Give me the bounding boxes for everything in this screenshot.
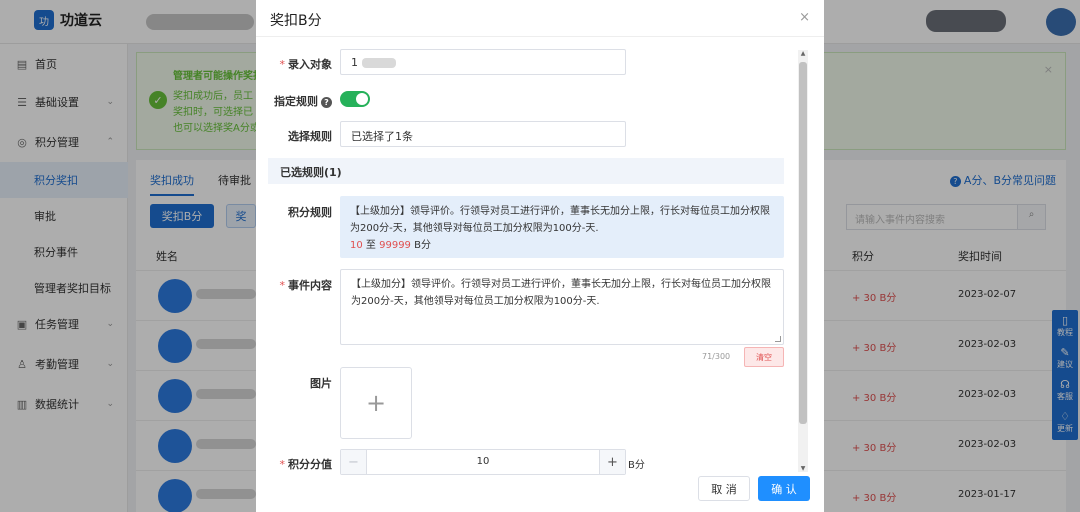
cancel-button[interactable]: 取 消 [698,476,750,501]
toggle-knob [356,93,368,105]
rule-min: 10 [350,240,363,251]
image-upload-button[interactable]: + [340,367,412,439]
plus-icon: + [365,389,387,417]
rule-toggle-label: 指定规则? [274,93,332,109]
score-label: * 积分分值 [280,456,333,472]
dialog-title: 奖扣B分 [270,13,322,29]
resize-handle-icon[interactable] [775,336,781,342]
rule-max: 99999 [379,240,411,251]
score-label-text: 积分分值 [288,458,332,471]
target-value: 1 [351,56,358,69]
target-field[interactable]: 1 [340,49,626,75]
close-icon[interactable]: × [799,10,810,25]
required-mark: * [279,458,286,471]
rule-text: 【上级加分】领导评价。行领导对员工进行评价，董事长无加分上限，行长对每位员工加分… [350,206,770,234]
required-mark: * [279,58,286,71]
points-rule-label: 积分规则 [288,204,332,220]
required-mark: * [279,279,286,292]
target-label-text: 录入对象 [288,58,332,71]
dialog-scrollbar[interactable]: ▲ ▼ [798,50,808,472]
score-stepper[interactable]: − 10 + [340,449,626,475]
select-rule-label-text: 选择规则 [288,130,332,143]
points-rule-label-text: 积分规则 [288,206,332,219]
decrement-button[interactable]: − [341,450,367,474]
scrollbar-thumb[interactable] [799,62,807,424]
select-rule-field[interactable]: 已选择了1条 [340,121,626,147]
event-content-label-text: 事件内容 [288,279,332,292]
rule-range: 10 至 99999 B分 [350,237,774,254]
confirm-button[interactable]: 确 认 [758,476,810,501]
target-value-blurred [361,58,396,68]
score-value[interactable]: 10 [367,456,599,467]
scroll-down-icon[interactable]: ▼ [799,465,807,472]
divider [256,36,824,37]
award-b-points-dialog: 奖扣B分 × * 录入对象 1 指定规则? 选择规则 已选择了1条 已选规则(1)… [256,0,824,512]
image-label: 图片 [310,375,332,391]
select-rule-label: 选择规则 [288,128,332,144]
selected-rules-header: 已选规则(1) [268,158,784,184]
increment-button[interactable]: + [599,450,625,474]
target-label: * 录入对象 [280,56,333,72]
event-content-label: * 事件内容 [280,277,333,293]
clear-button[interactable]: 清空 [744,347,784,367]
image-label-text: 图片 [310,377,332,390]
select-rule-value: 已选择了1条 [351,130,413,143]
help-icon[interactable]: ? [321,96,332,108]
rule-to: 至 [365,240,376,251]
rule-toggle-switch[interactable] [340,91,370,107]
scroll-up-icon[interactable]: ▲ [799,50,807,57]
event-content-text: 【上级加分】领导评价。行领导对员工进行评价，董事长无加分上限，行长对每位员工加分… [351,279,771,307]
score-unit: B分 [628,460,645,471]
rule-unit: B分 [414,240,431,251]
event-content-textarea[interactable]: 【上级加分】领导评价。行领导对员工进行评价，董事长无加分上限，行长对每位员工加分… [340,269,784,345]
points-rule-box: 【上级加分】领导评价。行领导对员工进行评价，董事长无加分上限，行长对每位员工加分… [340,196,784,258]
rule-toggle-label-text: 指定规则 [274,95,318,108]
char-counter: 71/300 [702,352,731,361]
